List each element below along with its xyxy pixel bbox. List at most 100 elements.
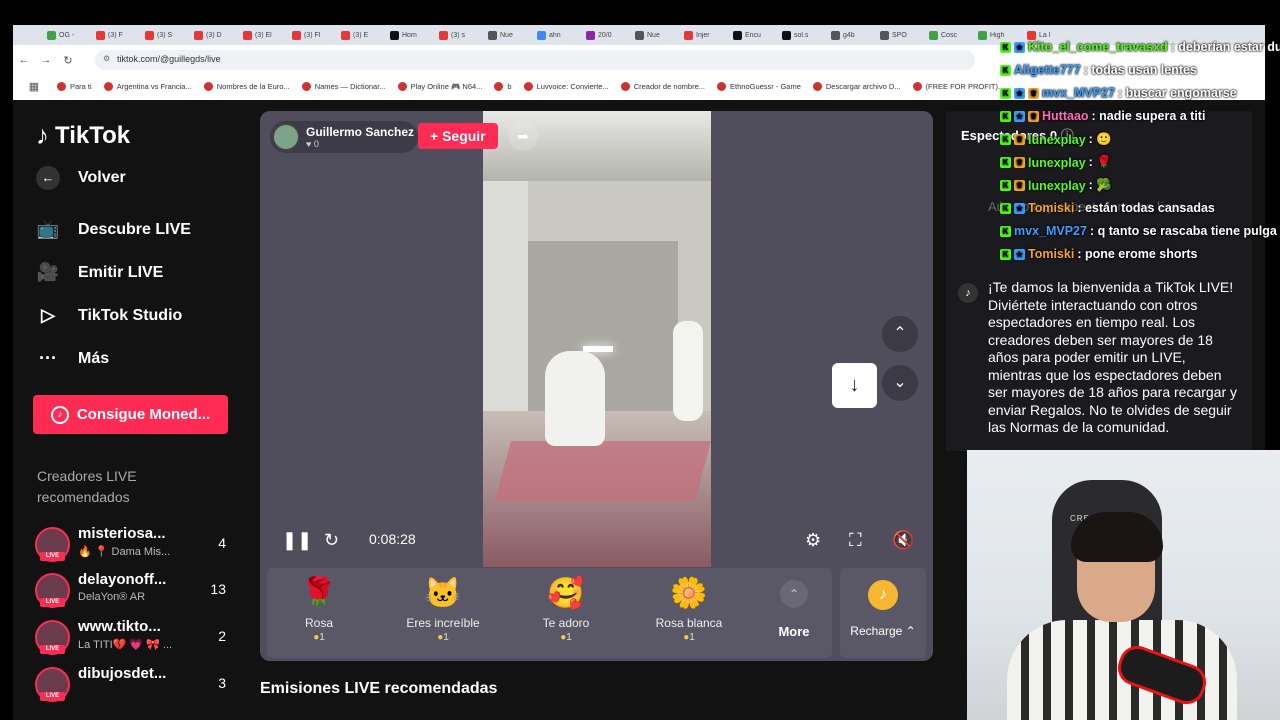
chat-badge-icon: ♛ — [1028, 110, 1039, 122]
bookmark-item[interactable]: (FREE FOR PROFIT)... — [912, 81, 1004, 91]
site-info-icon[interactable]: ⚙ — [103, 54, 110, 63]
recommended-creator[interactable]: LIVE delayonoff... DelaYon® AR 13 — [35, 571, 230, 611]
tab-title: 20/0 — [598, 31, 612, 39]
chat-message: : buscar engomarse — [1117, 86, 1237, 100]
back-circle-icon: ← — [36, 166, 60, 190]
recharge-button[interactable]: ♪ Recharge ⌃ — [840, 568, 926, 658]
recharge-label: Recharge ⌃ — [850, 624, 916, 638]
browser-tab[interactable]: (3) Fl — [288, 25, 337, 45]
reload-icon[interactable]: ↻ — [57, 54, 79, 67]
download-arrow-icon[interactable]: ↓ — [832, 363, 877, 408]
bookmark-label: Luvvoice: Convierte... — [536, 81, 609, 91]
bookmark-item[interactable]: Para ti — [57, 81, 92, 91]
settings-gear-icon[interactable]: ⚙ — [805, 528, 821, 552]
host-avatar[interactable] — [272, 123, 300, 151]
browser-tab[interactable]: ahn — [533, 25, 582, 45]
nav-emitir-live[interactable]: 🎥 Emitir LIVE — [36, 262, 164, 283]
browser-tab[interactable]: SPO — [876, 25, 925, 45]
browser-tab[interactable]: (3) s — [435, 25, 484, 45]
bookmark-favicon-icon — [397, 81, 407, 91]
back-arrow-icon[interactable]: ← — [13, 54, 35, 66]
apps-grid-icon[interactable]: ▦ — [23, 80, 45, 93]
chat-badge-icon: ★ — [1014, 110, 1025, 122]
bookmark-item[interactable]: Play Online 🎮 N64... — [397, 81, 482, 91]
nav-mas[interactable]: ··· Más — [36, 348, 109, 369]
gift-tray: ⌃ More 🌹 Rosa ●1 🐱 Eres increíble ●1 🥰 Te … — [267, 568, 832, 658]
browser-tab[interactable]: (3) F — [92, 25, 141, 45]
browser-tab[interactable]: 20/0 — [582, 25, 631, 45]
bookmark-item[interactable]: Creador de nombre... — [620, 81, 705, 91]
tab-favicon-icon — [439, 30, 448, 40]
fullscreen-icon[interactable]: ⛶ — [849, 528, 862, 552]
tiktok-logo[interactable]: ♪ TikTok — [36, 120, 130, 151]
browser-tab[interactable]: Hom — [386, 25, 435, 45]
viewer-count: 2 — [218, 628, 226, 644]
live-player[interactable]: Guillermo Sanchez ♥ 0 + Seguir ➦ ⌃ ↓ ⌄ ❚… — [260, 111, 933, 661]
gift-item[interactable]: 🌹 Rosa ●1 — [269, 574, 369, 643]
viewer-count: 4 — [218, 535, 226, 551]
chat-username: mvx_MVP27 — [1042, 86, 1115, 100]
chat-badge-icon: K — [1000, 225, 1011, 237]
pause-icon[interactable]: ❚❚ — [282, 528, 312, 552]
bookmark-item[interactable]: Descargar archivo D... — [812, 81, 901, 91]
browser-tab[interactable]: g4b — [827, 25, 876, 45]
bookmark-item[interactable]: Nombres de la Euro... — [203, 81, 290, 91]
recommended-creator[interactable]: LIVE misteriosa... 🔥 📍 Dama Mis... 4 — [35, 525, 230, 565]
recommended-creator[interactable]: LIVE www.tikto... La TITI💔 💗 🎀 ... 2 — [35, 618, 230, 658]
bookmark-item[interactable]: b — [494, 81, 512, 91]
gift-item[interactable]: 🐱 Eres increíble ●1 — [393, 574, 493, 643]
bookmark-item[interactable]: Luvvoice: Convierte... — [523, 81, 609, 91]
browser-tab[interactable]: sol.s — [778, 25, 827, 45]
chat-line: K ★ ♛ mvx_MVP27: buscar engomarse — [1000, 86, 1237, 100]
previous-live-chevron-up-icon[interactable]: ⌃ — [882, 316, 918, 352]
more-gifts-button[interactable]: ⌃ More — [772, 580, 816, 639]
next-live-chevron-down-icon[interactable]: ⌄ — [882, 365, 918, 401]
video-mat — [494, 441, 711, 501]
tab-title: SPO — [892, 31, 907, 39]
recommended-creator[interactable]: LIVE dibujosdet... 3 — [35, 665, 230, 705]
bookmark-item[interactable]: EthnoGuessr - Game — [717, 81, 801, 91]
browser-tab[interactable]: Injer — [680, 25, 729, 45]
forward-arrow-icon[interactable]: → — [35, 54, 57, 66]
tab-favicon-icon — [194, 30, 203, 40]
gift-name: Rosa blanca — [655, 616, 723, 630]
browser-tab[interactable]: (3) D — [190, 25, 239, 45]
gift-item[interactable]: 🌼 Rosa blanca ●1 — [639, 574, 739, 643]
tiktok-note-icon: ♪ — [36, 120, 49, 150]
creator-name: dibujosdet... — [78, 665, 167, 682]
browser-tab[interactable]: Cosc — [925, 25, 974, 45]
refresh-icon[interactable]: ↻ — [324, 528, 339, 552]
browser-tab[interactable]: OG - — [43, 25, 92, 45]
chat-line: K ♛ lunexplay: 🙂 — [1000, 132, 1112, 147]
gift-item[interactable]: 🥰 Te adoro ●1 — [516, 574, 616, 643]
browser-tab[interactable]: Nue — [484, 25, 533, 45]
bookmark-item[interactable]: Names — Dictionar... — [301, 81, 386, 91]
chat-badge-icon: ★ — [1014, 41, 1025, 53]
live-video[interactable] — [483, 111, 711, 567]
nav-tiktok-studio[interactable]: ▷ TikTok Studio — [36, 305, 182, 326]
back-button[interactable]: ← Volver — [36, 166, 126, 190]
bookmark-favicon-icon — [57, 81, 66, 91]
creator-name: misteriosa... — [78, 525, 166, 542]
browser-tab[interactable]: (3) El — [239, 25, 288, 45]
follow-button[interactable]: + Seguir — [418, 123, 498, 149]
tab-favicon-icon — [488, 30, 497, 40]
browser-tab[interactable]: Encu — [729, 25, 778, 45]
host-card[interactable]: Guillermo Sanchez ♥ 0 — [270, 121, 419, 153]
video-worker-standing — [673, 321, 703, 421]
gift-price: ●1 — [437, 632, 449, 643]
creator-name: delayonoff... — [78, 571, 167, 588]
elapsed-time: 0:08:28 — [369, 531, 416, 547]
browser-tab[interactable]: Nue — [631, 25, 680, 45]
tab-title: Injer — [696, 31, 710, 39]
viewer-count: 13 — [210, 581, 226, 597]
address-bar[interactable]: ⚙ tiktok.com/@guillegds/live — [95, 50, 975, 70]
mute-speaker-icon[interactable]: 🔇 — [892, 528, 914, 552]
browser-tab[interactable]: (3) S — [141, 25, 190, 45]
get-coins-button[interactable]: ♪ Consigue Moned... — [33, 395, 228, 434]
share-icon[interactable]: ➦ — [508, 121, 538, 151]
bookmark-item[interactable]: Argentina vs Francia... — [103, 81, 192, 91]
tab-title: (3) El — [255, 31, 272, 39]
nav-descubre-live[interactable]: 📺 Descubre LIVE — [36, 219, 191, 240]
browser-tab[interactable]: (3) E — [337, 25, 386, 45]
